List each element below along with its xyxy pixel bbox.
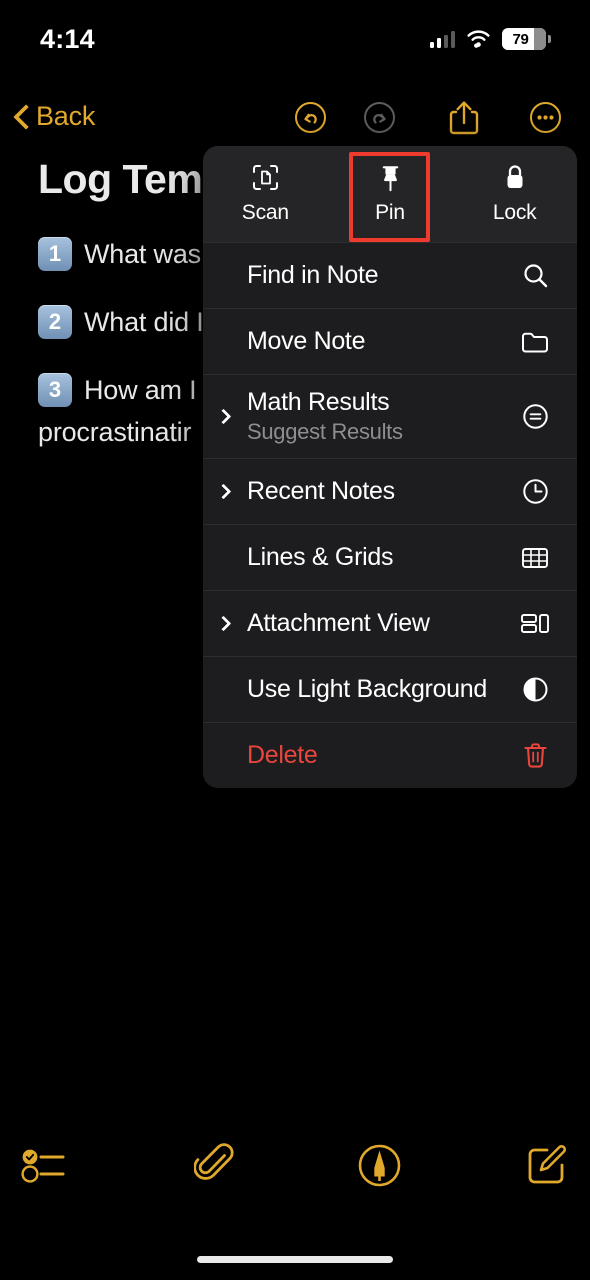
menu-item-label: Use Light Background: [247, 674, 487, 703]
number-badge: 2: [38, 305, 72, 339]
paperclip-icon: [194, 1143, 234, 1180]
magnifier-icon: [515, 262, 555, 289]
grid-table-icon: [515, 546, 555, 570]
wifi-icon: [467, 30, 490, 48]
battery-icon: 79: [502, 28, 551, 50]
menu-item-move-note[interactable]: Move Note: [203, 308, 577, 374]
chevron-left-icon: [14, 103, 30, 130]
number-badge: 1: [38, 237, 72, 271]
equals-circle-icon: [515, 403, 555, 430]
menu-item-attachment-view[interactable]: Attachment View: [203, 590, 577, 656]
markup-pen-circle-icon: [358, 1144, 400, 1186]
quick-action-label: Scan: [241, 200, 289, 224]
menu-item-label: Find in Note: [247, 260, 379, 289]
context-menu-quick-actions: Scan Pin Lock: [203, 146, 577, 242]
undo-circle-icon: [295, 102, 326, 133]
trash-icon: [515, 742, 555, 769]
status-bar-time: 4:14: [40, 23, 95, 54]
checklist-icon: [21, 1149, 65, 1183]
menu-item-label: Math Results: [247, 388, 390, 416]
menu-item-use-light-background[interactable]: Use Light Background: [203, 656, 577, 722]
bottom-toolbar: [0, 1136, 590, 1206]
note-list-item-text: What did I: [84, 306, 204, 337]
undo-button[interactable]: [295, 102, 326, 133]
battery-percent-label: 79: [512, 30, 529, 48]
note-list-item-text: How am I f: [84, 374, 212, 405]
menu-item-label: Delete: [247, 740, 318, 769]
menu-item-delete[interactable]: Delete: [203, 722, 577, 788]
markup-button[interactable]: [350, 1136, 408, 1194]
context-menu: Scan Pin Lock Find in Note Move Note Mat…: [203, 146, 577, 788]
folder-icon: [515, 330, 555, 354]
quick-action-scan[interactable]: Scan: [203, 146, 328, 242]
more-options-button[interactable]: [530, 102, 561, 133]
menu-item-sublabel: Suggest Results: [247, 418, 403, 444]
quick-action-label: Pin: [375, 200, 405, 224]
contrast-circle-icon: [515, 676, 555, 703]
submenu-chevron-icon: [203, 615, 247, 632]
back-button-label: Back: [36, 100, 96, 131]
menu-item-label: Lines & Grids: [247, 542, 394, 571]
attachment-button[interactable]: [186, 1136, 244, 1194]
document-scanner-icon: [252, 164, 279, 192]
menu-item-find-in-note[interactable]: Find in Note: [203, 242, 577, 308]
redo-circle-icon: [364, 102, 395, 133]
submenu-chevron-icon: [203, 408, 247, 425]
quick-action-label: Lock: [492, 200, 537, 224]
menu-item-recent-notes[interactable]: Recent Notes: [203, 458, 577, 524]
attachment-layout-icon: [515, 612, 555, 636]
ellipsis-circle-icon: [530, 102, 561, 133]
navigation-bar: Back: [0, 88, 590, 144]
clock-icon: [515, 478, 555, 505]
menu-item-lines-and-grids[interactable]: Lines & Grids: [203, 524, 577, 590]
back-button[interactable]: Back: [14, 88, 95, 144]
quick-action-lock[interactable]: Lock: [452, 146, 577, 242]
menu-item-label: Attachment View: [247, 608, 430, 637]
home-indicator: [197, 1256, 393, 1263]
compose-note-button[interactable]: [517, 1136, 575, 1194]
share-button[interactable]: [447, 99, 481, 135]
status-bar: 4:14 79: [0, 0, 590, 72]
menu-item-math-results[interactable]: Math Results Suggest Results: [203, 374, 577, 458]
redo-button[interactable]: [364, 102, 395, 133]
share-square-up-arrow-icon: [449, 101, 479, 135]
compose-new-note-icon: [528, 1145, 566, 1184]
status-bar-indicators: 79: [429, 28, 551, 50]
checklist-button[interactable]: [16, 1136, 74, 1194]
note-list-item-text: What was: [84, 238, 201, 269]
menu-item-label: Recent Notes: [247, 476, 395, 505]
quick-action-pin[interactable]: Pin: [328, 146, 453, 242]
cellular-bars-icon: [429, 30, 455, 48]
submenu-chevron-icon: [203, 483, 247, 500]
number-badge: 3: [38, 373, 72, 407]
menu-item-label: Move Note: [247, 326, 366, 355]
lock-closed-icon: [503, 164, 527, 192]
pin-icon: [377, 164, 404, 192]
